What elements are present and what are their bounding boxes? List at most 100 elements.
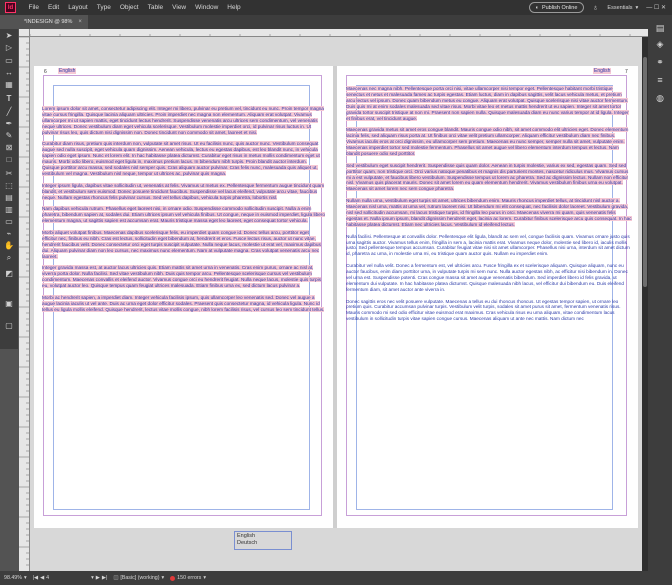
menu-layout[interactable]: Layout	[64, 4, 93, 11]
pen-icon[interactable]: ✒	[4, 119, 14, 128]
vertical-ruler[interactable]	[19, 37, 30, 571]
chevron-down-icon: ▾	[23, 575, 27, 581]
ruler-ticks-vertical	[19, 37, 29, 566]
open-page-icon[interactable]: ◫	[113, 575, 118, 581]
ruler-origin[interactable]	[19, 29, 30, 37]
menu-edit[interactable]: Edit	[43, 4, 63, 11]
menu-items: File Edit Layout Type Object Table View …	[24, 4, 245, 11]
page-icon[interactable]: ▭	[4, 56, 14, 65]
menu-type[interactable]: Type	[92, 4, 115, 11]
last-page-icon[interactable]: ▶|	[102, 575, 107, 581]
horizontal-ruler[interactable]	[30, 29, 648, 37]
paragraph: Maecenas nec magna nibh. Pellentesque po…	[346, 86, 629, 121]
color-icon[interactable]: ◍	[655, 93, 665, 103]
gap-icon[interactable]: ↔	[4, 68, 14, 77]
workspace-label: Essentials	[607, 4, 633, 11]
screen-mode-icon[interactable]: ▣	[4, 299, 14, 308]
scissors-icon[interactable]: ✂	[4, 169, 14, 178]
content-collector-icon[interactable]: ▦	[4, 80, 14, 89]
publish-label: Publish Online	[541, 4, 578, 11]
scrollbar-thumb[interactable]	[643, 57, 647, 287]
menubar: Id File Edit Layout Type Object Table Vi…	[0, 0, 672, 15]
menu-view[interactable]: View	[168, 4, 191, 11]
rectangle-icon[interactable]: □	[4, 155, 14, 164]
page-number-left: 6	[44, 69, 47, 75]
page-navigation[interactable]: |◀ ◀ 4 ▾ ▶ ▶|	[33, 575, 108, 581]
paragraph: Lorem ipsum dolor sit amet, consectetur …	[42, 106, 324, 135]
paragraph: Nam dapibus vehicula rutrum. Phasellus e…	[42, 206, 325, 224]
menu-file[interactable]: File	[24, 4, 43, 11]
chevron-down-icon: ▾	[91, 575, 94, 581]
pencil-icon[interactable]: ✎	[4, 131, 14, 140]
paragraph: Donec sagittis eros nec velit posuere vu…	[346, 298, 621, 322]
prev-page-icon[interactable]: ◀	[40, 575, 44, 581]
chevron-down-icon: ▾	[203, 575, 206, 581]
first-page-icon[interactable]: |◀	[33, 575, 38, 581]
menu-table[interactable]: Table	[143, 4, 168, 11]
layers-icon[interactable]: ◈	[655, 39, 665, 49]
window-controls[interactable]: — ☐ ✕	[646, 4, 666, 11]
free-transform-icon[interactable]: ⬚	[4, 181, 14, 190]
preflight-status[interactable]: 150 errors ▾	[170, 575, 206, 581]
rectangle-frame-icon[interactable]: ⊠	[4, 143, 14, 152]
paragraph: Morbi ac hendrerit sapien, a imperdiet d…	[42, 294, 325, 312]
line-icon[interactable]: ╱	[4, 107, 14, 116]
close-icon[interactable]: ×	[78, 19, 82, 25]
paragraph: Morbi aliquet volutpat finibus. Maecenas…	[42, 229, 321, 259]
publish-online-button[interactable]: ◐ Publish Online	[528, 2, 585, 13]
pasteboard[interactable]: 6 English Lorem ipsum dolor sit amet, co…	[30, 37, 642, 571]
fill-stroke-icon[interactable]: ◩	[4, 269, 14, 278]
zoom-value: 98.49%	[4, 575, 22, 581]
page-left[interactable]: 6 English Lorem ipsum dolor sit amet, co…	[34, 66, 333, 528]
document-tabbar: *INDESIGN @ 98% ×	[18, 15, 648, 29]
chevron-down-icon: ▾	[161, 575, 165, 581]
menu-help[interactable]: Help	[223, 4, 245, 11]
direct-selection-icon[interactable]: ▷	[4, 43, 14, 52]
paragraph: Integer gravida massa est, at auctor lac…	[42, 265, 321, 289]
links-icon[interactable]: ⚭	[655, 57, 665, 67]
preflight-profile[interactable]: ◫ [Basic] (working) ▾	[113, 575, 164, 581]
pages-icon[interactable]: ▤	[655, 23, 665, 33]
paragraph: Nullam nulla urna, vestibulum eget turpi…	[346, 198, 632, 227]
paragraph: Curabitur diam risus, pretium quis inter…	[42, 141, 320, 176]
chevron-down-icon: ▾	[635, 4, 639, 11]
page-number-right: 7	[625, 69, 628, 75]
menu-object[interactable]: Object	[115, 4, 143, 11]
page-field[interactable]: 4	[46, 575, 49, 581]
page-right[interactable]: 7 English Maecenas nec magna nibh. Pelle…	[337, 66, 638, 528]
stroke-icon[interactable]: ≡	[655, 75, 665, 85]
gradient-feather-icon[interactable]: ▥	[4, 205, 14, 214]
paragraph: Curabitur vel nulla velit. Donec a ferme…	[346, 263, 628, 292]
language-deutsch: Deutsch	[237, 540, 258, 546]
eyedropper-icon[interactable]: ⌁	[4, 229, 14, 238]
vertical-scrollbar[interactable]	[642, 37, 648, 571]
panel-dock: ▤ ◈ ⚭ ≡ ◍	[648, 15, 672, 585]
text-frame-left[interactable]: Lorem ipsum dolor sit amet, consectetur …	[42, 106, 325, 510]
document-tab-title: *INDESIGN @ 98%	[24, 19, 73, 25]
menu-window[interactable]: Window	[191, 4, 223, 11]
indesign-window: Id File Edit Layout Type Object Table Vi…	[0, 0, 672, 585]
type-icon[interactable]: T	[4, 94, 14, 103]
app-logo: Id	[5, 2, 16, 13]
document-tab[interactable]: *INDESIGN @ 98% ×	[18, 15, 88, 29]
lightbulb-icon[interactable]: ♁	[592, 3, 599, 12]
language-english: English	[237, 533, 256, 539]
running-header-left: English	[58, 68, 77, 74]
preview-mode-icon[interactable]: ▢	[4, 321, 14, 330]
workspace-switcher[interactable]: Essentials ▾	[607, 5, 638, 11]
zoom-icon[interactable]: ⌕	[4, 253, 14, 262]
paragraph: Sed vestibulum eget suscipit hendrerit. …	[346, 162, 629, 192]
language-frame[interactable]: English Deutsch	[234, 531, 292, 550]
menubar-right: ◐ Publish Online ♁ Essentials ▾ — ☐ ✕	[528, 2, 666, 13]
paragraph: Nulla facilisi. Pellentesque at convalli…	[346, 233, 630, 257]
selection-icon[interactable]: ➤	[4, 31, 14, 40]
globe-icon: ◐	[535, 4, 539, 11]
next-page-icon[interactable]: ▶	[96, 575, 100, 581]
note-icon[interactable]: ▭	[4, 217, 14, 226]
zoom-field[interactable]: 98.49% ▾	[4, 575, 27, 581]
error-icon	[170, 575, 176, 581]
gradient-swatch-icon[interactable]: ▤	[4, 193, 14, 202]
text-frame-right[interactable]: Maecenas nec magna nibh. Pellentesque po…	[346, 86, 632, 516]
profile-label: [Basic] (working)	[120, 575, 160, 581]
hand-icon[interactable]: ✋	[4, 241, 14, 250]
